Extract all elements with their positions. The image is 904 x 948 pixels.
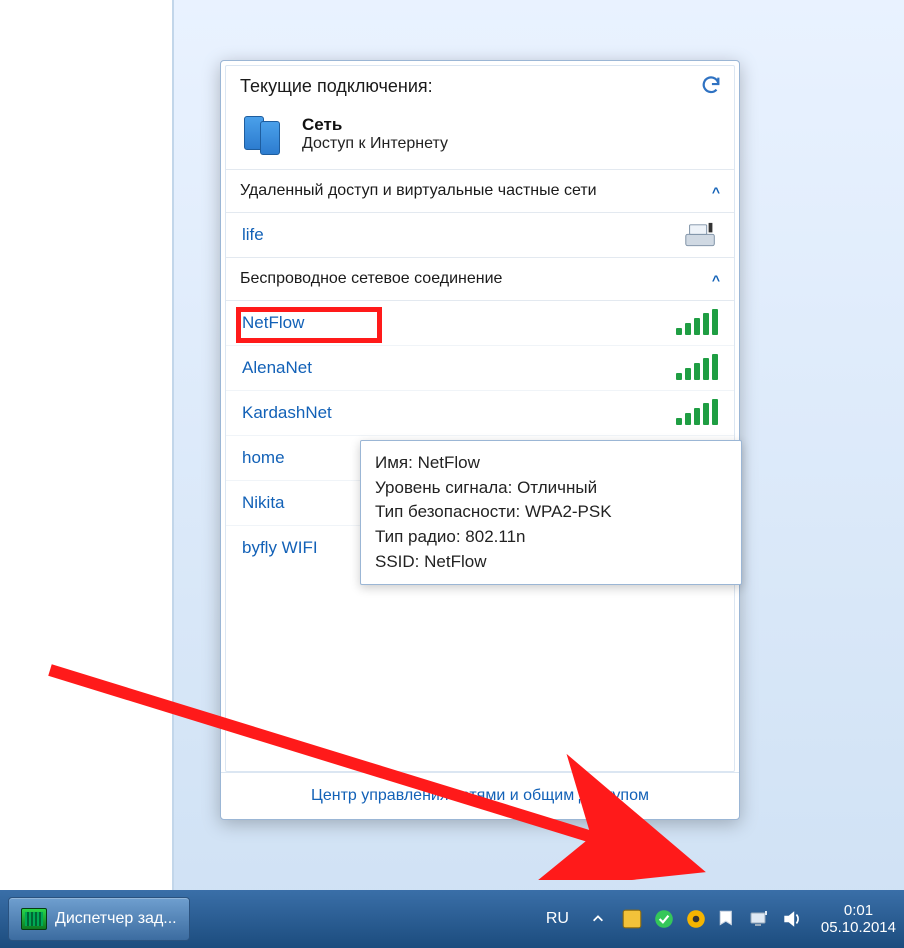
wifi-item-netflow[interactable]: NetFlow [226,300,734,345]
network-name: Сеть [302,115,448,135]
taskbar-button-task-manager[interactable]: Диспетчер зад... [8,897,190,941]
wireless-section-label: Беспроводное сетевое соединение [240,270,502,287]
network-tray-icon[interactable] [749,908,771,930]
volume-icon[interactable] [781,908,803,930]
network-status: Доступ к Интернету [302,135,448,153]
network-sharing-center-link[interactable]: Центр управления сетями и общим доступом [221,772,739,819]
modem-icon [682,221,720,249]
wifi-item-label: KardashNet [242,403,332,422]
network-tooltip: Имя: NetFlow Уровень сигнала: Отличный Т… [360,440,742,585]
tray-app-icon-1[interactable] [621,908,643,930]
tray-app-icon-2[interactable] [653,908,675,930]
taskbar-button-label: Диспетчер зад... [55,910,177,928]
clock-date: 05.10.2014 [821,919,896,936]
wifi-item-kardashnet[interactable]: KardashNet [226,390,734,435]
wifi-item-label: NetFlow [242,313,304,332]
language-indicator[interactable]: RU [540,906,575,932]
taskbar: Диспетчер зад... RU [0,890,904,948]
task-manager-icon [21,908,47,930]
dialup-vpn-section[interactable]: Удаленный доступ и виртуальные частные с… [226,170,734,212]
clock-time: 0:01 [821,902,896,919]
refresh-icon[interactable] [700,74,722,96]
dialup-section-label: Удаленный доступ и виртуальные частные с… [240,182,597,199]
chevron-up-icon: ^ [712,184,720,200]
network-list-scroll[interactable]: Текущие подключения: Сеть Доступ к Интер… [225,65,735,772]
current-connections-title: Текущие подключения: [240,76,433,97]
left-panel [0,0,174,948]
network-computers-icon [242,113,288,155]
wifi-signal-icon [676,356,718,385]
chevron-up-icon: ^ [712,272,720,288]
tray-app-icon-3[interactable] [685,908,707,930]
dialup-item-label: life [242,225,264,244]
current-connection-row: Сеть Доступ к Интернету [226,107,734,169]
wireless-section[interactable]: Беспроводное сетевое соединение ^ [226,258,734,300]
wifi-signal-icon [676,311,718,340]
system-tray: RU 0:01 05.10.2014 [540,902,896,937]
footer-link-label: Центр управления сетями и общим доступом [311,787,649,804]
wifi-signal-icon [676,401,718,430]
wifi-item-label: home [242,448,285,467]
current-connections-header: Текущие подключения: [226,66,734,107]
dialup-item-life[interactable]: life [226,212,734,257]
wifi-item-label: Nikita [242,493,285,512]
action-center-icon[interactable] [717,908,739,930]
taskbar-clock[interactable]: 0:01 05.10.2014 [815,902,896,937]
tray-chevron-icon[interactable] [587,908,609,930]
wifi-item-label: AlenaNet [242,358,312,377]
wifi-item-alenanet[interactable]: AlenaNet [226,345,734,390]
wifi-item-label: byfly WIFI [242,538,318,557]
